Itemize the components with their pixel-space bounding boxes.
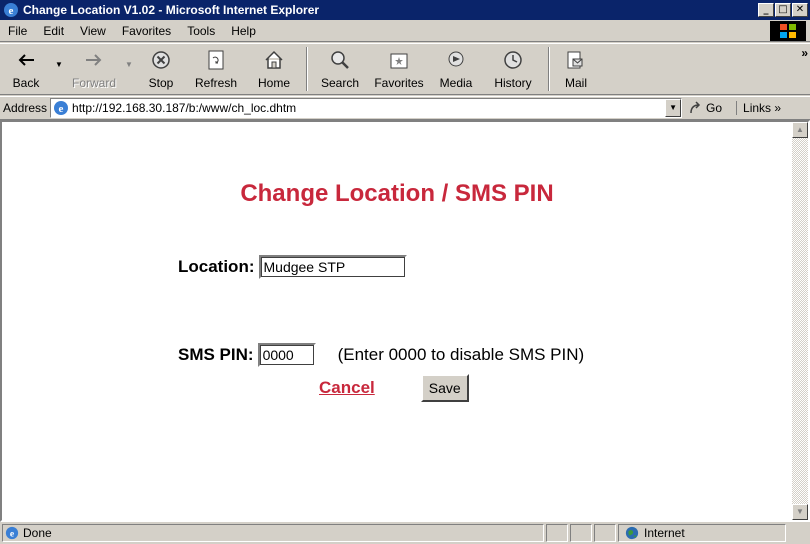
links-button[interactable]: Links »: [736, 101, 781, 115]
refresh-icon: [208, 50, 224, 70]
menu-view[interactable]: View: [72, 24, 114, 38]
go-arrow-icon: [690, 101, 701, 114]
favorites-star-icon: [390, 53, 408, 69]
window-title: Change Location V1.02 - Microsoft Intern…: [23, 3, 320, 17]
close-button[interactable]: ✕: [792, 3, 808, 17]
page-content: Change Location / SMS PIN Location: SMS …: [2, 122, 792, 520]
page-viewport: Change Location / SMS PIN Location: SMS …: [0, 120, 810, 522]
media-icon: [448, 51, 464, 67]
maximize-button[interactable]: □: [775, 3, 791, 17]
sms-pin-label: SMS PIN:: [178, 345, 254, 364]
menu-file[interactable]: File: [0, 24, 35, 38]
svg-text:e: e: [9, 5, 14, 17]
search-icon: [331, 51, 349, 69]
forward-dropdown-icon[interactable]: ▼: [122, 60, 136, 69]
status-text: Done: [23, 526, 52, 540]
forward-label: Forward: [71, 76, 116, 90]
back-dropdown-icon[interactable]: ▼: [52, 60, 66, 69]
address-bar: Address e http://192.168.30.187/b:/www/c…: [0, 96, 810, 120]
scroll-down-icon[interactable]: ▼: [792, 504, 808, 520]
minimize-button[interactable]: _: [758, 3, 774, 17]
forward-arrow-icon: [86, 54, 102, 66]
history-icon: [504, 51, 522, 69]
back-label: Back: [12, 76, 40, 90]
cancel-link[interactable]: Cancel: [319, 378, 375, 398]
menu-edit[interactable]: Edit: [35, 24, 72, 38]
internet-globe-icon: [625, 526, 639, 540]
sms-pin-input[interactable]: [257, 343, 316, 367]
menu-bar: File Edit View Favorites Tools Help: [0, 20, 810, 42]
menu-help[interactable]: Help: [223, 24, 264, 38]
mail-label: Mail: [564, 76, 587, 90]
sms-pin-row: SMS PIN: (Enter 0000 to disable SMS PIN): [178, 343, 584, 367]
refresh-label: Refresh: [194, 76, 238, 90]
security-zone-pane: Internet: [618, 524, 786, 542]
menu-favorites[interactable]: Favorites: [114, 24, 179, 38]
media-button[interactable]: Media: [430, 44, 482, 94]
location-input[interactable]: [258, 255, 407, 279]
go-label: Go: [706, 101, 723, 115]
location-row: Location:: [178, 255, 407, 279]
stop-label: Stop: [148, 76, 174, 90]
status-pane: [594, 524, 616, 542]
standard-toolbar: Back ▼ Forward ▼ Stop Refresh Home Searc…: [0, 43, 810, 95]
windows-logo-icon: [770, 21, 806, 41]
mail-button[interactable]: Mail: [554, 44, 598, 94]
ie-logo-icon: e: [4, 3, 18, 17]
address-url: http://192.168.30.187/b:/www/ch_loc.dhtm: [72, 101, 297, 115]
refresh-button[interactable]: Refresh: [186, 44, 246, 94]
mail-icon: [567, 51, 583, 69]
back-arrow-icon: [18, 54, 34, 66]
svg-text:e: e: [10, 529, 15, 540]
vertical-scrollbar[interactable]: ▲ ▼: [792, 122, 808, 520]
search-label: Search: [320, 76, 360, 90]
action-row: Cancel Save: [319, 374, 469, 402]
page-title: Change Location / SMS PIN: [240, 180, 554, 207]
forward-button[interactable]: Forward: [66, 44, 122, 94]
menu-tools[interactable]: Tools: [179, 24, 223, 38]
stop-button[interactable]: Stop: [136, 44, 186, 94]
address-dropdown-icon[interactable]: ▼: [665, 99, 682, 117]
title-bar: e Change Location V1.02 - Microsoft Inte…: [0, 0, 810, 20]
svg-text:e: e: [59, 103, 64, 115]
media-label: Media: [439, 76, 473, 90]
address-label: Address: [3, 101, 48, 115]
history-label: History: [494, 76, 532, 90]
toolbar-separator: [548, 47, 550, 91]
home-icon: [265, 50, 283, 69]
location-label: Location:: [178, 257, 255, 276]
back-button[interactable]: Back: [0, 44, 52, 94]
home-button[interactable]: Home: [246, 44, 302, 94]
home-label: Home: [257, 76, 290, 90]
toolbar-more-icon[interactable]: »: [801, 46, 808, 60]
toolbar-separator: [306, 47, 308, 91]
status-pane: [546, 524, 568, 542]
stop-icon: [152, 51, 170, 69]
search-button[interactable]: Search: [312, 44, 368, 94]
history-button[interactable]: History: [482, 44, 544, 94]
zone-label: Internet: [644, 526, 685, 540]
page-done-icon: e: [5, 526, 19, 540]
status-text-pane: e Done: [2, 524, 544, 542]
status-bar: e Done Internet: [0, 522, 810, 544]
scroll-up-icon[interactable]: ▲: [792, 122, 808, 138]
address-input[interactable]: e http://192.168.30.187/b:/www/ch_loc.dh…: [50, 98, 683, 118]
page-icon: e: [54, 101, 69, 115]
favorites-button[interactable]: Favorites: [368, 44, 430, 94]
favorites-label: Favorites: [374, 76, 424, 90]
status-pane: [570, 524, 592, 542]
go-button[interactable]: Go: [688, 100, 722, 116]
sms-pin-hint: (Enter 0000 to disable SMS PIN): [337, 345, 585, 364]
save-button[interactable]: Save: [420, 374, 469, 402]
